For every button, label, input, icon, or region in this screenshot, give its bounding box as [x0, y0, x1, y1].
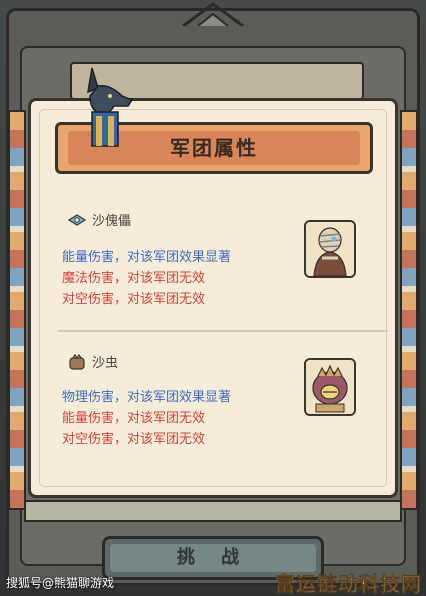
- game-screen: 军团属性 沙傀儡 能量伤害，对该军团效果显著 魔法伤害，对该军团无效 对空伤害，…: [0, 0, 426, 596]
- unit-trait-line: 对空伤害，对该军团无效: [62, 292, 206, 307]
- unit-name: 沙虫: [92, 356, 119, 371]
- hieroglyph-band: [24, 500, 402, 522]
- unit-trait-line: 对空伤害，对该军团无效: [62, 432, 206, 447]
- left-pillar: [8, 110, 26, 510]
- watermark-right: 富运链动科技网: [275, 572, 422, 596]
- right-pillar: [400, 110, 418, 510]
- unit-trait-line: 物理伤害，对该军团效果显著: [62, 390, 232, 405]
- unit-name: 沙傀儡: [92, 214, 132, 229]
- unit-trait-line: 能量伤害，对该军团无效: [62, 411, 206, 426]
- golem-portrait[interactable]: [304, 220, 356, 278]
- section-divider: [58, 330, 388, 332]
- unit-trait-line: 能量伤害，对该军团效果显著: [62, 250, 232, 265]
- top-ornament-icon: [182, 2, 244, 26]
- unit-header-golem: 沙傀儡: [68, 210, 131, 229]
- anubis-icon: [87, 67, 134, 147]
- sandworm-unit-icon: [69, 353, 85, 370]
- sandworm-portrait[interactable]: [304, 358, 356, 416]
- watermark-left: 搜狐号@熊猫聊游戏: [6, 576, 115, 590]
- golem-unit-icon: [68, 213, 86, 226]
- unit-trait-line: 魔法伤害，对该军团无效: [62, 271, 206, 286]
- unit-header-sandworm: 沙虫: [68, 352, 118, 371]
